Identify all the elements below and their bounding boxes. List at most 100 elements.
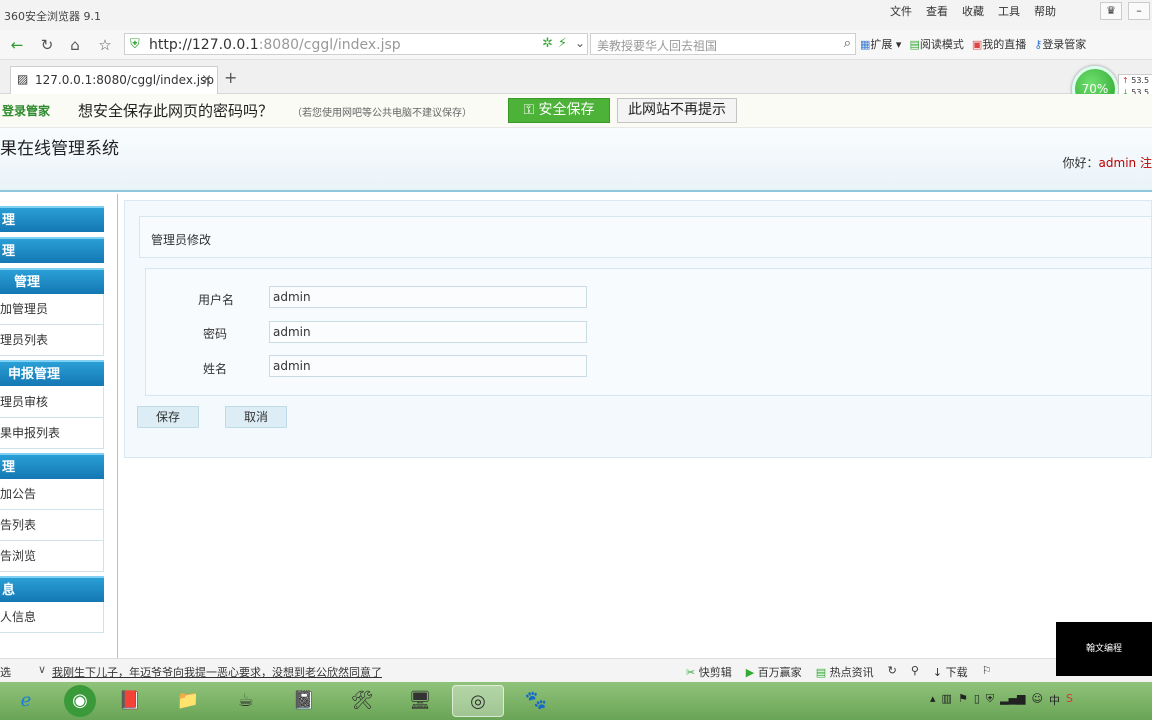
computer-icon[interactable]: 🖥 bbox=[394, 685, 446, 717]
pin-icon[interactable]: ⚲ bbox=[911, 664, 919, 680]
chevron-down-icon[interactable]: ⌄ bbox=[575, 36, 585, 50]
panel-header: 管理员修改 bbox=[139, 216, 1152, 258]
address-bar[interactable]: ⛨ http://127.0.0.1:8080/cggl/index.jsp ✲… bbox=[124, 33, 588, 55]
sidebar-item-declaration-list[interactable]: 果申报列表 bbox=[0, 418, 104, 449]
flag-tray-icon[interactable]: ⚑ bbox=[958, 692, 968, 708]
notebook-app-icon[interactable]: 📓 bbox=[278, 685, 330, 717]
cancel-button[interactable]: 取消 bbox=[225, 406, 287, 428]
refresh-icon[interactable]: ↻ bbox=[36, 35, 58, 55]
input-method-label[interactable]: 中 bbox=[1049, 692, 1060, 708]
username-field[interactable] bbox=[269, 286, 587, 308]
watermark-logo: 翰文编程 bbox=[1056, 622, 1152, 676]
login-manager-button[interactable]: ⚷登录管家 bbox=[1034, 36, 1086, 52]
safe-save-label: 安全保存 bbox=[538, 102, 595, 118]
minimize-icon[interactable]: – bbox=[1128, 2, 1150, 20]
app-header: 果在线管理系统 你好：admin 注 bbox=[0, 128, 1152, 192]
safe-save-button[interactable]: ⚿ 安全保存 bbox=[508, 98, 610, 123]
tab-title: 127.0.0.1:8080/cggl/index.jsp bbox=[35, 73, 214, 87]
tv-icon: ▣ bbox=[971, 38, 983, 51]
menu-help[interactable]: 帮助 bbox=[1034, 3, 1056, 19]
menu-favorites[interactable]: 收藏 bbox=[962, 3, 984, 19]
sidebar-item-add-notice[interactable]: 加公告 bbox=[0, 479, 104, 510]
reading-mode-label: 阅读模式 bbox=[919, 38, 964, 51]
skin-icon[interactable]: ♛ bbox=[1100, 2, 1122, 20]
login-manager-logo: 登录管家 bbox=[2, 104, 51, 118]
browser-titlebar: 360安全浏览器 9.1 文件 查看 收藏 工具 帮助 ♛ – bbox=[0, 0, 1152, 30]
sidebar-section-admin[interactable]: 管理 bbox=[0, 268, 104, 294]
tab-active[interactable]: ▨ 127.0.0.1:8080/cggl/index.jsp × bbox=[10, 66, 218, 94]
download-button[interactable]: ↓ 下载 bbox=[933, 664, 968, 680]
menu-view[interactable]: 查看 bbox=[926, 3, 948, 19]
user-greeting: 你好：admin 注 bbox=[1063, 154, 1152, 171]
password-field[interactable] bbox=[269, 321, 587, 343]
save-button[interactable]: 保存 bbox=[137, 406, 199, 428]
grid-icon: ▦ bbox=[860, 38, 871, 51]
download-icon: ↓ bbox=[932, 666, 943, 679]
url-path: :8080/cggl/index.jsp bbox=[258, 37, 401, 53]
key-icon: ⚿ bbox=[523, 102, 539, 118]
refresh-status-icon[interactable]: ↻ bbox=[888, 664, 897, 680]
greeting-label: 你好： bbox=[1062, 156, 1099, 170]
sidebar: 理 理 管理 加管理员 理员列表 申报管理 理员审核 果申报列表 理 加公告 告… bbox=[0, 194, 118, 658]
java-icon[interactable]: ☕ bbox=[220, 685, 272, 717]
name-label: 姓名 bbox=[202, 362, 227, 376]
favorite-star-icon[interactable]: ☆ bbox=[94, 35, 116, 55]
flag-icon[interactable]: ⚐ bbox=[982, 664, 992, 680]
folder-icon[interactable]: 📁 bbox=[162, 685, 214, 717]
username-label: 用户名 bbox=[197, 293, 234, 307]
sidebar-item-review[interactable]: 理员审核 bbox=[0, 387, 104, 418]
signal-icon[interactable]: ▂▄▆ bbox=[1000, 692, 1025, 708]
news-ticker-link[interactable]: 我刚生下儿子，年迈爷爷向我提一恶心要求，没想到老公欣然同意了 bbox=[52, 664, 382, 680]
network-icon[interactable]: ▥ bbox=[942, 692, 952, 708]
360-browser-active-icon[interactable]: ◎ bbox=[452, 685, 504, 717]
qq-icon[interactable]: ☺ bbox=[1032, 692, 1043, 708]
security-shield-icon: ⛨ bbox=[130, 37, 140, 52]
search-box[interactable]: 美教授要华人回去祖国 ⌕ bbox=[590, 33, 856, 55]
quick-clip-button[interactable]: ✂ 快剪辑 bbox=[686, 664, 732, 680]
tray-expand-icon[interactable]: ▴ bbox=[930, 692, 936, 708]
never-remind-button[interactable]: 此网站不再提示 bbox=[617, 98, 737, 123]
reading-mode-button[interactable]: ▤阅读模式 bbox=[909, 36, 963, 52]
panel-title: 管理员修改 bbox=[151, 233, 212, 247]
my-live-label: 我的直播 bbox=[982, 38, 1027, 51]
my-live-button[interactable]: ▣我的直播 bbox=[972, 36, 1026, 52]
sidebar-section-declaration[interactable]: 申报管理 bbox=[0, 360, 104, 386]
sidebar-section-1[interactable]: 理 bbox=[0, 206, 104, 232]
ie-icon[interactable]: ℯ bbox=[0, 685, 52, 717]
tools-app-icon[interactable]: 🛠 bbox=[336, 685, 388, 717]
sidebar-item-notice-list[interactable]: 告列表 bbox=[0, 510, 104, 541]
sidebar-item-personal-info[interactable]: 人信息 bbox=[0, 602, 104, 633]
home-icon[interactable]: ⌂ bbox=[64, 35, 86, 55]
system-title: 果在线管理系统 bbox=[0, 139, 119, 159]
million-winner-button[interactable]: ▶ 百万赢家 bbox=[746, 664, 802, 680]
sidebar-item-add-admin[interactable]: 加管理员 bbox=[0, 294, 104, 325]
sidebar-item-admin-list[interactable]: 理员列表 bbox=[0, 325, 104, 356]
back-icon[interactable]: ← bbox=[6, 35, 28, 55]
chevron-icon[interactable]: ∨ bbox=[38, 663, 46, 676]
sogou-icon[interactable]: S bbox=[1066, 692, 1073, 708]
sidebar-item-notice-browse[interactable]: 告浏览 bbox=[0, 541, 104, 572]
menu-file[interactable]: 文件 bbox=[890, 3, 912, 19]
speed-mode-icon[interactable]: ⚡ bbox=[558, 36, 567, 51]
extensions-label: 扩展 bbox=[870, 38, 893, 51]
name-field[interactable] bbox=[269, 355, 587, 377]
battery-icon[interactable]: ▯ bbox=[974, 692, 980, 708]
compat-mode-icon[interactable]: ✲ bbox=[542, 36, 553, 51]
new-tab-icon[interactable]: + bbox=[224, 68, 237, 87]
search-icon[interactable]: ⌕ bbox=[844, 36, 851, 51]
menu-tools[interactable]: 工具 bbox=[998, 3, 1020, 19]
sidebar-section-info[interactable]: 息 bbox=[0, 576, 104, 602]
extensions-button[interactable]: ▦扩展 ▾ bbox=[860, 36, 901, 52]
book-app-icon[interactable]: 📕 bbox=[104, 685, 156, 717]
paw-app-icon[interactable]: 🐾 bbox=[510, 685, 562, 717]
hot-news-button[interactable]: ▤ 热点资讯 bbox=[816, 664, 874, 680]
shield-tray-icon[interactable]: ⛨ bbox=[986, 692, 994, 708]
logout-link[interactable]: 注 bbox=[1140, 156, 1152, 170]
sidebar-section-2[interactable]: 理 bbox=[0, 237, 104, 263]
password-label: 密码 bbox=[202, 327, 227, 341]
browser-toolbar: ▦扩展 ▾ ▤阅读模式 ▣我的直播 ⚷登录管家 bbox=[860, 36, 1086, 52]
360-browser-icon[interactable]: ◉ bbox=[64, 685, 96, 717]
sidebar-section-notice[interactable]: 理 bbox=[0, 453, 104, 479]
search-input[interactable]: 美教授要华人回去祖国 bbox=[597, 37, 717, 54]
close-tab-icon[interactable]: × bbox=[201, 72, 212, 87]
